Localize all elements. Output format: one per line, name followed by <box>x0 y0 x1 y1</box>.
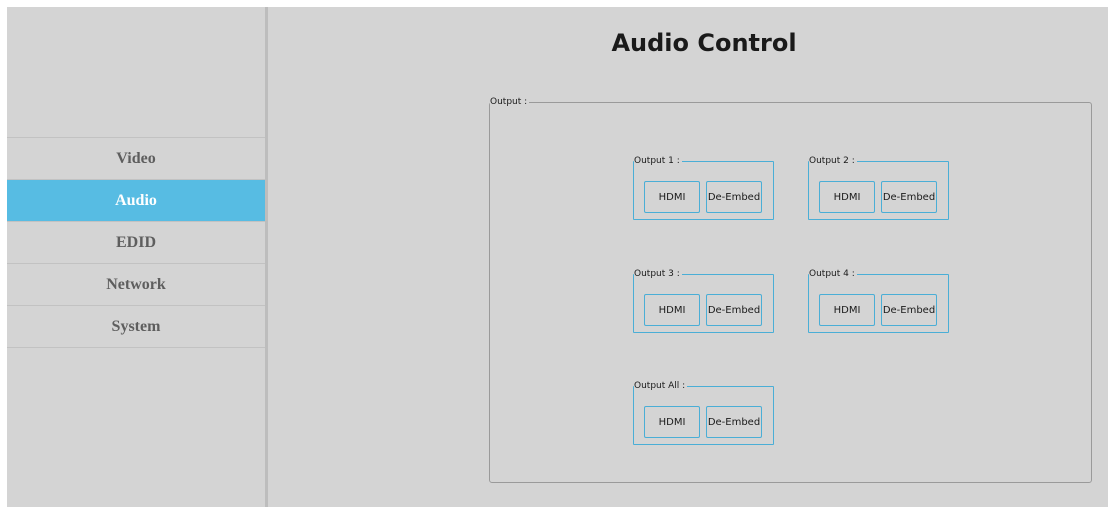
output-2-legend: Output 2 : <box>809 156 857 167</box>
output-3-deembed-button[interactable]: De-Embed <box>706 294 762 326</box>
sidebar-item-audio[interactable]: Audio <box>7 180 265 222</box>
sidebar-item-edid[interactable]: EDID <box>7 222 265 264</box>
sidebar-nav: Video Audio EDID Network System <box>7 137 265 348</box>
output-1-group: Output 1 : HDMI De-Embed <box>633 156 774 220</box>
output-1-hdmi-button[interactable]: HDMI <box>644 181 700 213</box>
output-4-legend: Output 4 : <box>809 269 857 280</box>
output-all-group: Output All : HDMI De-Embed <box>633 381 774 445</box>
output-3-legend: Output 3 : <box>634 269 682 280</box>
output-3-group: Output 3 : HDMI De-Embed <box>633 269 774 333</box>
sidebar-item-network[interactable]: Network <box>7 264 265 306</box>
output-4-group: Output 4 : HDMI De-Embed <box>808 269 949 333</box>
output-all-deembed-button[interactable]: De-Embed <box>706 406 762 438</box>
output-2-deembed-button[interactable]: De-Embed <box>881 181 937 213</box>
output-4-deembed-button[interactable]: De-Embed <box>881 294 937 326</box>
output-3-hdmi-button[interactable]: HDMI <box>644 294 700 326</box>
output-2-group: Output 2 : HDMI De-Embed <box>808 156 949 220</box>
sidebar-divider <box>265 7 268 507</box>
output-all-hdmi-button[interactable]: HDMI <box>644 406 700 438</box>
output-1-legend: Output 1 : <box>634 156 682 167</box>
output-1-deembed-button[interactable]: De-Embed <box>706 181 762 213</box>
output-group-legend: Output : <box>490 96 530 108</box>
sidebar-item-system[interactable]: System <box>7 306 265 348</box>
sidebar-item-video[interactable]: Video <box>7 138 265 180</box>
output-all-legend: Output All : <box>634 381 688 392</box>
output-group: Output : Output 1 : HDMI De-Embed Output… <box>489 96 1092 483</box>
output-2-hdmi-button[interactable]: HDMI <box>819 181 875 213</box>
output-4-hdmi-button[interactable]: HDMI <box>819 294 875 326</box>
app-window: Video Audio EDID Network System Audio Co… <box>7 7 1108 507</box>
page-title: Audio Control <box>611 29 797 57</box>
sidebar: Video Audio EDID Network System <box>7 7 265 507</box>
